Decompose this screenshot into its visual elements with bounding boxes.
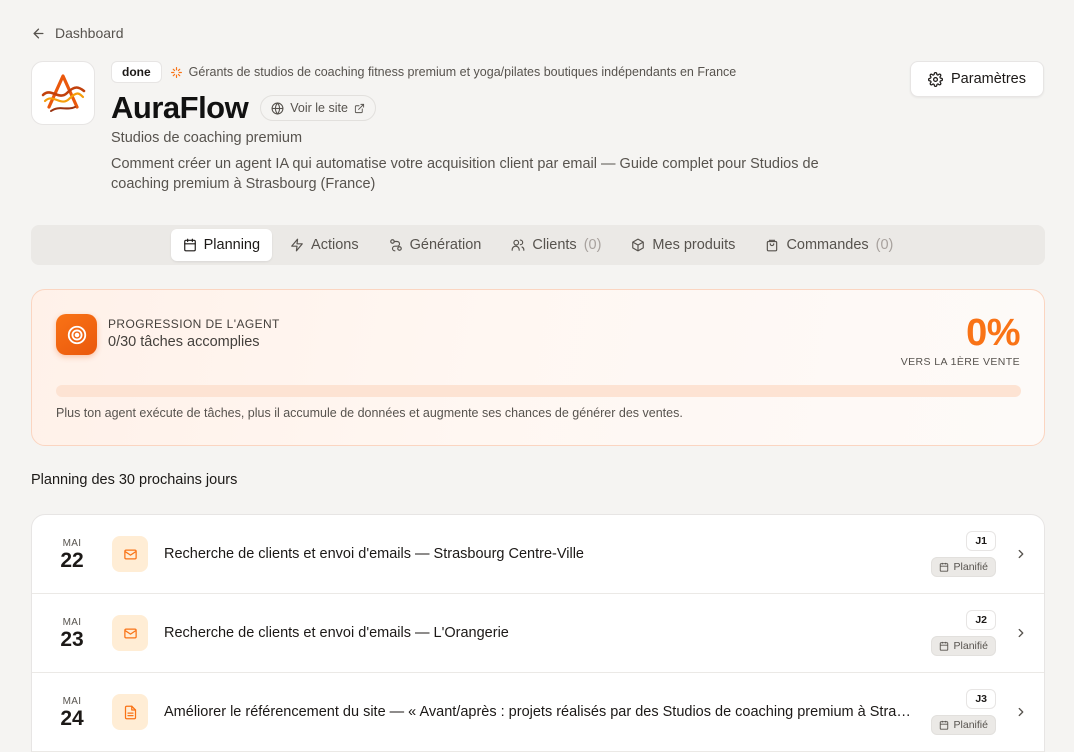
tab-products[interactable]: Mes produits <box>619 229 747 261</box>
tab-bar: Planning Actions Génération Clients (0) … <box>31 225 1045 265</box>
audience-info: Gérants de studios de coaching fitness p… <box>170 65 737 79</box>
tab-label: Commandes <box>786 237 869 253</box>
task-status-badge: Planifié <box>930 636 996 656</box>
planning-heading: Planning des 30 prochains jours <box>31 472 238 488</box>
sparkle-icon <box>170 66 182 78</box>
calendar-icon <box>939 641 948 651</box>
tab-label: Clients <box>532 237 577 253</box>
planning-row[interactable]: MAI 23 Recherche de clients et envoi d'e… <box>32 594 1044 673</box>
day-badge: J1 <box>966 531 996 551</box>
progress-note: Plus ton agent exécute de tâches, plus i… <box>56 406 683 420</box>
external-link-icon <box>354 103 364 113</box>
tab-label: Génération <box>409 237 482 253</box>
calendar-icon <box>939 720 948 730</box>
tab-orders[interactable]: Commandes (0) <box>753 229 905 261</box>
task-status-badge: Planifié <box>930 715 996 735</box>
task-title: Recherche de clients et envoi d'emails —… <box>164 546 584 562</box>
progress-bar <box>56 385 1021 397</box>
audience-text: Gérants de studios de coaching fitness p… <box>188 65 737 79</box>
settings-button[interactable]: Paramètres <box>910 61 1044 97</box>
task-title: Améliorer le référencement du site — « A… <box>164 704 914 720</box>
package-icon <box>632 238 645 252</box>
day-badge: J2 <box>966 610 996 630</box>
target-icon <box>56 314 97 355</box>
auraflow-logo-icon <box>41 74 86 112</box>
progress-label: PROGRESSION DE L'AGENT <box>108 317 280 331</box>
date-month: MAI <box>62 538 82 549</box>
task-status-badge: Planifié <box>930 557 996 577</box>
shopping-bag-icon <box>767 239 778 252</box>
tab-label: Actions <box>311 237 359 253</box>
date-day: 22 <box>60 549 84 572</box>
planning-list: MAI 22 Recherche de clients et envoi d'e… <box>31 514 1045 752</box>
task-status-label: Planifié <box>953 719 988 731</box>
users-icon <box>511 239 525 251</box>
project-meta: done Gérants de studios de coaching fitn… <box>111 61 736 83</box>
calendar-icon <box>939 562 948 572</box>
zap-icon <box>291 238 303 252</box>
gear-icon <box>928 71 943 87</box>
tab-planning[interactable]: Planning <box>170 229 273 261</box>
planning-row[interactable]: MAI 22 Recherche de clients et envoi d'e… <box>32 515 1044 594</box>
date-month: MAI <box>62 617 82 628</box>
page-title: AuraFlow <box>111 90 249 125</box>
date-day: 23 <box>60 628 84 651</box>
tab-count: (0) <box>875 237 894 253</box>
globe-icon <box>271 101 284 115</box>
visit-site-link[interactable]: Voir le site <box>260 95 376 121</box>
tab-count: (0) <box>583 237 602 253</box>
day-badge: J3 <box>966 689 996 709</box>
agent-progress-card: PROGRESSION DE L'AGENT 0/30 tâches accom… <box>31 289 1045 446</box>
progress-percent: 0% <box>966 312 1020 354</box>
brand-logo <box>31 61 95 125</box>
tab-generation[interactable]: Génération <box>377 229 494 261</box>
progress-subtitle: VERS LA 1ÈRE VENTE <box>900 356 1020 368</box>
mail-icon <box>112 615 148 651</box>
title-row: AuraFlow Voir le site <box>111 90 376 126</box>
task-title: Recherche de clients et envoi d'emails —… <box>164 625 509 641</box>
date-month: MAI <box>62 696 82 707</box>
page-description: Comment créer un agent IA qui automatise… <box>111 156 819 192</box>
workflow-icon <box>389 239 402 252</box>
settings-button-label: Paramètres <box>951 71 1026 87</box>
chevron-right-icon[interactable] <box>1014 547 1028 561</box>
tab-label: Planning <box>203 237 261 253</box>
date-day: 24 <box>60 707 84 730</box>
progress-count: 0/30 tâches accomplies <box>108 334 260 350</box>
back-link[interactable]: Dashboard <box>31 25 124 41</box>
chevron-right-icon[interactable] <box>1014 626 1028 640</box>
status-badge: done <box>111 61 162 83</box>
task-status-label: Planifié <box>953 561 988 573</box>
chevron-right-icon[interactable] <box>1014 705 1028 719</box>
task-status-label: Planifié <box>953 640 988 652</box>
arrow-left-icon <box>33 28 44 38</box>
planning-row[interactable]: MAI 24 Améliorer le référencement du sit… <box>32 673 1044 752</box>
calendar-icon <box>183 238 196 252</box>
tab-clients[interactable]: Clients (0) <box>499 229 613 261</box>
page-subtitle: Studios de coaching premium <box>111 130 303 146</box>
tab-label: Mes produits <box>652 237 736 253</box>
tab-actions[interactable]: Actions <box>278 229 371 261</box>
visit-site-label: Voir le site <box>290 101 348 115</box>
mail-icon <box>112 536 148 572</box>
back-link-label: Dashboard <box>55 25 124 41</box>
file-text-icon <box>112 694 148 730</box>
